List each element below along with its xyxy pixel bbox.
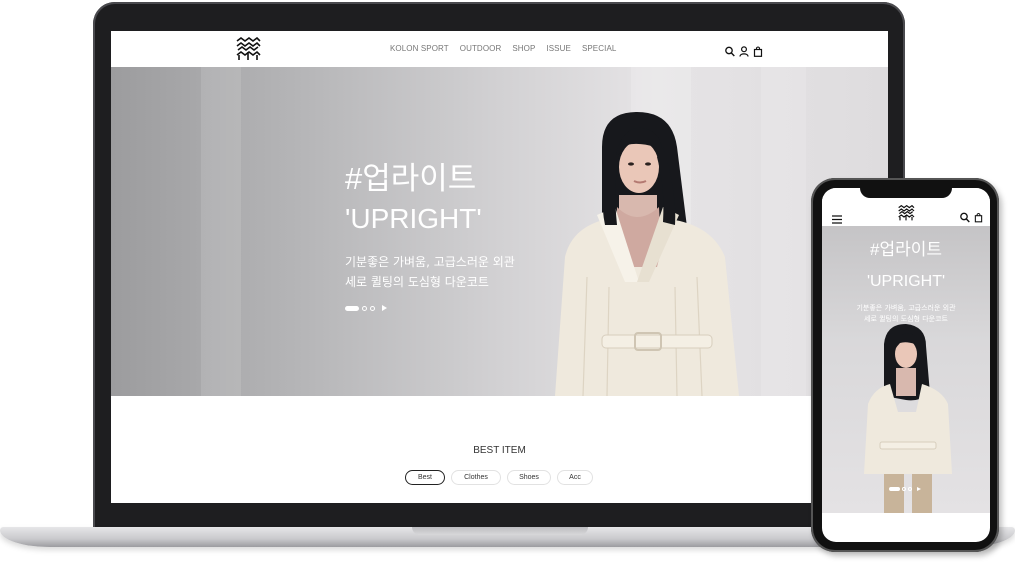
mobile-hero-description-line1: 기분좋은 가벼움, 고급스러운 외관 bbox=[856, 304, 956, 312]
carousel-dot-2[interactable] bbox=[362, 305, 367, 311]
best-item-title: BEST ITEM bbox=[473, 445, 526, 456]
model-photo bbox=[864, 324, 952, 513]
carousel-pagination bbox=[345, 305, 387, 311]
hero-description-line1: 기분좋은 가벼움, 고급스러운 외관 bbox=[345, 255, 515, 269]
tab-clothes[interactable]: Clothes bbox=[451, 470, 501, 485]
hero-description-line2: 세로 퀼팅의 도심형 다운코트 bbox=[345, 275, 489, 289]
mobile-hero-banner[interactable]: #업라이트 'UPRIGHT' 기분좋은 가벼움, 고급스러운 외관 세로 퀼팅… bbox=[822, 226, 990, 513]
model-photo bbox=[555, 112, 739, 396]
nav-special[interactable]: SPECIAL bbox=[582, 44, 617, 53]
tab-shoes[interactable]: Shoes bbox=[507, 470, 551, 485]
search-icon[interactable] bbox=[725, 42, 735, 57]
nav-kolon-sport[interactable]: KOLON SPORT bbox=[390, 44, 449, 53]
play-icon[interactable] bbox=[917, 487, 921, 491]
mobile-hero-title: #업라이트 bbox=[869, 240, 942, 259]
shopping-bag-icon[interactable] bbox=[753, 42, 763, 57]
kolon-sport-logo[interactable] bbox=[235, 37, 261, 61]
phone-notch bbox=[860, 186, 952, 198]
main-nav: KOLON SPORT OUTDOOR SHOP ISSUE SPECIAL bbox=[390, 44, 616, 53]
hero-title: #업라이트 bbox=[345, 161, 477, 196]
header-icons bbox=[725, 42, 763, 57]
user-icon[interactable] bbox=[739, 42, 749, 57]
nav-shop[interactable]: SHOP bbox=[512, 44, 535, 53]
mobile-hero-description-line2: 세로 퀼팅의 도심형 다운코트 bbox=[864, 315, 948, 323]
search-icon[interactable] bbox=[960, 208, 970, 227]
carousel-dot-1[interactable] bbox=[889, 487, 900, 491]
best-item-tabs: Best Clothes Shoes Acc bbox=[405, 470, 593, 485]
mobile-hero-subtitle-english: 'UPRIGHT' bbox=[866, 273, 946, 290]
shopping-bag-icon[interactable] bbox=[974, 208, 983, 227]
curtain-fold bbox=[201, 67, 241, 396]
carousel-dot-3[interactable] bbox=[908, 487, 912, 491]
hero-subtitle-english: 'UPRIGHT' bbox=[345, 203, 482, 234]
nav-outdoor[interactable]: OUTDOOR bbox=[460, 44, 502, 53]
kolon-sport-logo[interactable] bbox=[896, 205, 916, 221]
nav-issue[interactable]: ISSUE bbox=[546, 44, 571, 53]
carousel-dot-2[interactable] bbox=[902, 487, 906, 491]
mobile-carousel-pagination bbox=[889, 487, 921, 491]
desktop-website: KOLON SPORT OUTDOOR SHOP ISSUE SPECIAL #… bbox=[111, 31, 888, 503]
play-icon[interactable] bbox=[382, 305, 387, 311]
desktop-header: KOLON SPORT OUTDOOR SHOP ISSUE SPECIAL bbox=[111, 31, 888, 67]
tab-acc[interactable]: Acc bbox=[557, 470, 593, 485]
mobile-website: #업라이트 'UPRIGHT' 기분좋은 가벼움, 고급스러운 외관 세로 퀼팅… bbox=[822, 188, 990, 542]
carousel-dot-3[interactable] bbox=[370, 305, 375, 311]
laptop-opening-notch bbox=[412, 527, 588, 535]
curtain-fold bbox=[761, 67, 806, 396]
tab-best[interactable]: Best bbox=[405, 470, 445, 485]
carousel-dot-1[interactable] bbox=[345, 305, 359, 311]
hero-banner[interactable]: #업라이트 'UPRIGHT' 기분좋은 가벼움, 고급스러운 외관 세로 퀼팅… bbox=[111, 67, 888, 396]
